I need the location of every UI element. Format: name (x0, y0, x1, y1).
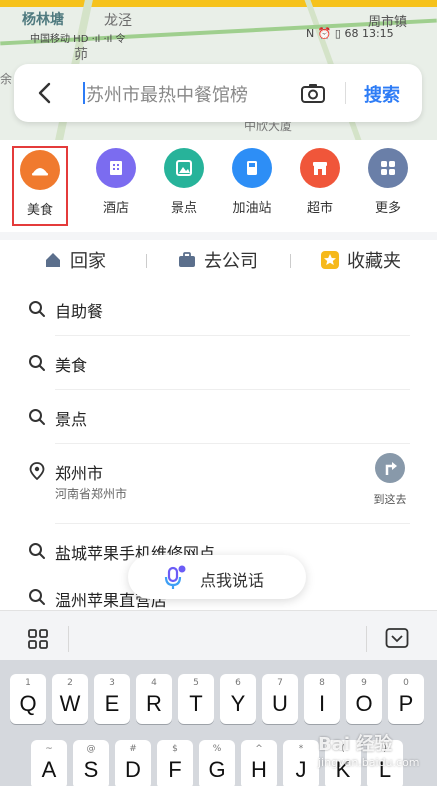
search-bar: 苏州市最热中餐馆榜 搜索 (14, 64, 422, 122)
category-grid: 美食 酒店 景点 加油站 超市 更多 (0, 140, 437, 232)
search-icon (29, 409, 45, 425)
key-o[interactable]: 9O (346, 674, 382, 724)
divider (345, 82, 346, 104)
briefcase-icon (179, 252, 195, 267)
map-place-label: 茆 (74, 47, 88, 63)
category-more[interactable]: 更多 (360, 146, 416, 226)
home-shortcut[interactable]: 回家 (43, 248, 106, 272)
shortcut-label: 回家 (70, 251, 106, 272)
search-icon (29, 355, 45, 371)
category-scenic[interactable]: 景点 (156, 146, 212, 226)
voice-input-button[interactable]: 点我说话 (128, 555, 306, 599)
keyboard-menu-icon[interactable] (27, 628, 49, 650)
search-icon (29, 543, 45, 559)
category-label: 酒店 (102, 201, 129, 216)
status-bar-time: N ⏰ ▯ 68 13:15 (306, 27, 394, 40)
watermark-logo: Bai 经验 jingyan.baidu.com (318, 734, 420, 769)
category-label: 美食 (26, 203, 53, 218)
more-icon (368, 148, 408, 188)
camera-icon[interactable] (300, 82, 326, 104)
search-input[interactable]: 苏州市最热中餐馆榜 (86, 81, 248, 107)
category-gas-station[interactable]: 加油站 (224, 146, 280, 226)
key-q[interactable]: 1Q (10, 674, 46, 724)
divider (68, 626, 69, 652)
history-item[interactable]: 景点 (0, 390, 437, 444)
turn-arrow-icon (375, 453, 405, 483)
supermarket-icon (300, 148, 340, 188)
text-cursor (83, 82, 85, 104)
key-h[interactable]: ^ H (241, 740, 277, 786)
key-e[interactable]: 3E (94, 674, 130, 724)
category-label: 超市 (306, 201, 333, 216)
map-place-label: 龙泾 (104, 13, 132, 29)
hotel-icon (96, 148, 136, 188)
divider (366, 626, 367, 652)
star-icon (321, 251, 339, 269)
history-text: 景点 (55, 410, 88, 429)
history-item[interactable]: 美食 (0, 336, 437, 390)
favorites-shortcut[interactable]: 收藏夹 (320, 248, 401, 272)
key-y[interactable]: 6Y (220, 674, 256, 724)
status-bar-carrier: 中国移动 HD ·ıl ·ıl 令 (30, 34, 126, 45)
company-shortcut[interactable]: 去公司 (177, 248, 258, 272)
history-text: 自助餐 (55, 302, 104, 321)
navigate-button[interactable]: 到这去 (368, 453, 412, 513)
scenic-icon (164, 148, 204, 188)
navigate-label: 到这去 (373, 493, 407, 506)
category-label: 更多 (374, 201, 401, 216)
history-subtext: 河南省郑州市 (55, 487, 128, 501)
key-j[interactable]: * J (283, 740, 319, 786)
location-pin-icon (29, 462, 45, 480)
map-place-label: 杨林塘 (22, 12, 64, 28)
key-f[interactable]: $ F (157, 740, 193, 786)
key-t[interactable]: 5T (178, 674, 214, 724)
voice-label: 点我说话 (200, 571, 265, 590)
key-w[interactable]: 2W (52, 674, 88, 724)
history-item[interactable]: 自助餐 (0, 282, 437, 336)
shortcut-bar: 回家 去公司 收藏夹 (0, 240, 437, 282)
keyboard-toolbar (0, 610, 437, 660)
key-g[interactable]: % G (199, 740, 235, 786)
category-label: 加油站 (232, 201, 272, 216)
key-d[interactable]: # D (115, 740, 151, 786)
category-food[interactable]: 美食 (12, 146, 68, 226)
key-s[interactable]: @ S (73, 740, 109, 786)
food-icon (20, 150, 60, 190)
map-place-label: 余 (0, 72, 13, 86)
category-supermarket[interactable]: 超市 (292, 146, 348, 226)
search-icon (29, 301, 45, 317)
shortcut-label: 收藏夹 (347, 251, 401, 272)
history-text: 郑州市 (55, 464, 104, 483)
divider (290, 254, 291, 268)
key-p[interactable]: 0P (388, 674, 424, 724)
key-a[interactable]: ~ A (31, 740, 67, 786)
history-text: 美食 (55, 356, 88, 375)
search-button[interactable]: 搜索 (364, 81, 400, 107)
section-divider (0, 232, 437, 240)
shortcut-label: 去公司 (204, 251, 258, 272)
hide-keyboard-icon[interactable] (385, 627, 409, 649)
top-accent-bar (0, 0, 437, 7)
home-icon (46, 253, 60, 267)
category-hotel[interactable]: 酒店 (88, 146, 144, 226)
key-i[interactable]: 8I (304, 674, 340, 724)
microphone-icon (164, 565, 186, 589)
key-u[interactable]: 7U (262, 674, 298, 724)
gas-station-icon (232, 148, 272, 188)
key-r[interactable]: 4R (136, 674, 172, 724)
category-label: 景点 (170, 201, 197, 216)
search-icon (29, 589, 45, 605)
back-arrow-icon[interactable] (36, 81, 54, 105)
divider (146, 254, 147, 268)
